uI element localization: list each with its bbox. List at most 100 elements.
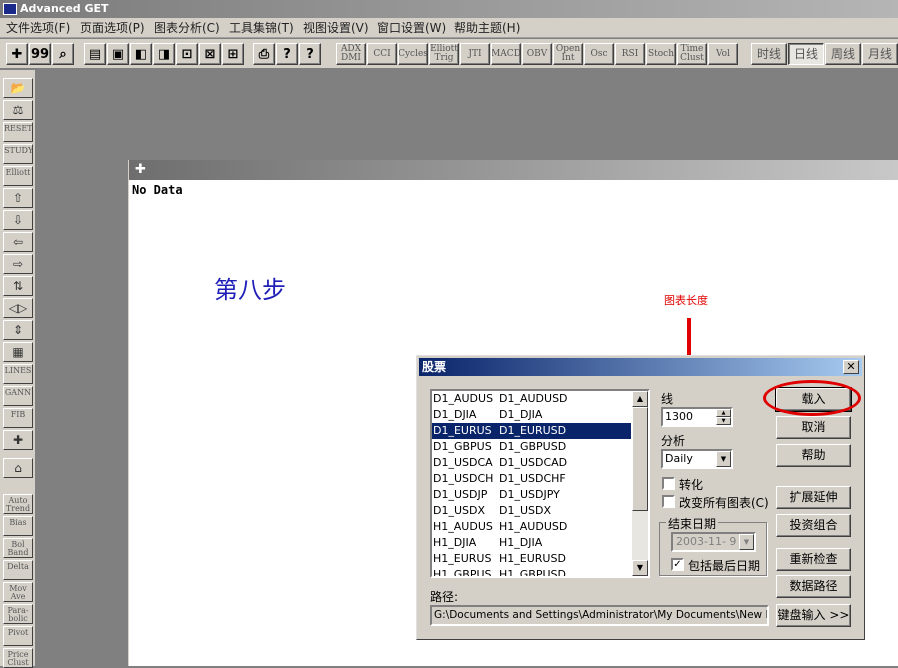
symbol-listbox[interactable]: D1_AUDUS D1_AUDUSD D1_DJIA D1_DJIA D1_EURU… [430, 389, 650, 578]
list-item[interactable]: D1_USDX D1_USDX [432, 503, 631, 519]
recheck-button[interactable]: 重新检查 [776, 548, 851, 571]
analysis-select[interactable]: Daily ▼ [661, 449, 733, 469]
include-last-date-checkbox[interactable]: ✓ [671, 558, 684, 571]
indicator-open-int-button[interactable]: Open Int [553, 43, 583, 65]
menu-view[interactable]: 视图设置(V) [303, 20, 369, 36]
list-item[interactable]: H1_AUDUS H1_AUDUSD [432, 519, 631, 535]
quote-tool-icon[interactable]: 99 [29, 43, 51, 65]
keyboard-input-button[interactable]: 键盘输入 >> [776, 604, 851, 627]
grid-icon[interactable]: ⊞ [222, 43, 244, 65]
extend-button[interactable]: 扩展延伸 [776, 486, 851, 509]
menu-chart-analysis[interactable]: 图表分析(C) [154, 20, 220, 36]
period-weekly-button[interactable]: 周线 [825, 43, 861, 65]
indicator-vol-button[interactable]: Vol [708, 43, 738, 65]
list-item[interactable]: H1_DJIA H1_DJIA [432, 535, 631, 551]
list-item[interactable]: D1_USDJP D1_USDJPY [432, 487, 631, 503]
menu-help[interactable]: 帮助主题(H) [454, 20, 520, 36]
convert-checkbox[interactable] [662, 477, 675, 490]
scroll-up-icon[interactable]: ▲ [632, 391, 648, 407]
reset-button[interactable]: RESET [3, 122, 33, 142]
mov-ave-button[interactable]: Mov Ave [3, 582, 33, 602]
chevron-down-icon[interactable]: ▼ [716, 451, 731, 467]
open-left-icon[interactable]: ◧ [130, 43, 152, 65]
indicator-adx-dmi-button[interactable]: ADX DMI [336, 43, 366, 65]
open-right-icon[interactable]: ◨ [153, 43, 175, 65]
vertical-scale-icon[interactable]: ⇅ [3, 276, 33, 296]
indicator-elliott-trig-button[interactable]: Elliott Trig [429, 43, 459, 65]
close-chart-icon[interactable]: ⊠ [199, 43, 221, 65]
fib-button[interactable]: FIB [3, 408, 33, 428]
crosshair-icon[interactable]: ✚ [3, 430, 33, 450]
list-scrollbar[interactable]: ▲ ▼ [632, 391, 648, 576]
path-field[interactable]: G:\Documents and Settings\Administrator\… [430, 605, 769, 626]
new-page-icon[interactable]: ▤ [84, 43, 106, 65]
change-all-charts-checkbox[interactable] [662, 495, 675, 508]
help-button[interactable]: 帮助 [776, 444, 851, 467]
close-icon[interactable]: ✕ [843, 360, 859, 374]
data-path-button[interactable]: 数据路径 [776, 575, 851, 598]
indicator-jti-button[interactable]: JTI [460, 43, 490, 65]
menu-tools[interactable]: 工具集锦(T) [229, 20, 294, 36]
list-item[interactable]: D1_DJIA D1_DJIA [432, 407, 631, 423]
gann-button[interactable]: GANN [3, 386, 33, 406]
arrow-up-icon[interactable]: ⇧ [3, 188, 33, 208]
period-hourly-button[interactable]: 时线 [751, 43, 787, 65]
indicator-cycles-button[interactable]: Cycles [398, 43, 428, 65]
horizontal-zoom-icon[interactable]: ◁▷ [3, 298, 33, 318]
indicator-rsi-button[interactable]: RSI [615, 43, 645, 65]
arrow-right-icon[interactable]: ⇨ [3, 254, 33, 274]
lines-stepper[interactable]: 1300 ▲ ▼ [661, 407, 733, 427]
period-monthly-button[interactable]: 月线 [862, 43, 898, 65]
chart-page-icon[interactable]: ⊡ [176, 43, 198, 65]
list-item[interactable]: D1_GBPUS D1_GBPUSD [432, 439, 631, 455]
context-help-icon[interactable]: ? [299, 43, 321, 65]
lines-button[interactable]: LINES [3, 364, 33, 384]
chart-window-titlebar[interactable]: ✚ [129, 160, 898, 180]
list-item[interactable]: D1_AUDUS D1_AUDUSD [432, 391, 631, 407]
parabolic-button[interactable]: Para-bolic [3, 604, 33, 624]
help-icon[interactable]: ? [276, 43, 298, 65]
stepper-buttons[interactable]: ▲ ▼ [716, 409, 731, 425]
indicator-macd-button[interactable]: MACD [491, 43, 521, 65]
indicator-cci-button[interactable]: CCI [367, 43, 397, 65]
chevron-up-icon[interactable]: ▲ [716, 409, 731, 417]
elliott-button[interactable]: Elliott [3, 166, 33, 186]
open-folder-icon[interactable]: 📂 [3, 78, 33, 98]
scroll-thumb[interactable] [632, 407, 648, 511]
end-date-picker[interactable]: 2003-11- 9 ▼ [671, 532, 756, 552]
period-daily-button[interactable]: 日线 [788, 43, 824, 65]
menu-file[interactable]: 文件选项(F) [6, 20, 70, 36]
arrow-down-icon[interactable]: ⇩ [3, 210, 33, 230]
menu-window[interactable]: 窗口设置(W) [377, 20, 446, 36]
portfolio-button[interactable]: 投资组合 [776, 514, 851, 537]
zoom-icon[interactable]: ⌕ [52, 43, 74, 65]
arrow-left-icon[interactable]: ⇦ [3, 232, 33, 252]
price-clust-button[interactable]: Price Clust [3, 648, 33, 668]
print-icon[interactable]: ⎙ [253, 43, 275, 65]
list-item[interactable]: D1_USDCA D1_USDCAD [432, 455, 631, 471]
indicator-stoch-button[interactable]: Stoch [646, 43, 676, 65]
study-button[interactable]: STUDY [3, 144, 33, 164]
vertical-zoom-icon[interactable]: ⇕ [3, 320, 33, 340]
list-item[interactable]: H1_EURUS H1_EURUSD [432, 551, 631, 567]
pivot-button[interactable]: Pivot [3, 626, 33, 646]
balance-icon[interactable]: ⚖ [3, 100, 33, 120]
template-icon[interactable]: ⌂ [3, 458, 33, 478]
indicator-obv-button[interactable]: OBV [522, 43, 552, 65]
bias-button[interactable]: Bias [3, 516, 33, 536]
scroll-down-icon[interactable]: ▼ [632, 560, 648, 576]
cancel-button[interactable]: 取消 [776, 416, 851, 439]
cursor-tool-icon[interactable]: ✚ [6, 43, 28, 65]
list-item[interactable]: D1_USDCH D1_USDCHF [432, 471, 631, 487]
list-item[interactable]: H1_GBPUS H1_GBPUSD [432, 567, 631, 576]
grid-toggle-icon[interactable]: ▦ [3, 342, 33, 362]
chevron-down-icon[interactable]: ▼ [739, 534, 754, 550]
chevron-down-icon[interactable]: ▼ [716, 417, 731, 425]
list-item-selected[interactable]: D1_EURUS D1_EURUSD [432, 422, 632, 440]
indicator-time-clust-button[interactable]: Time Clust [677, 43, 707, 65]
menu-page[interactable]: 页面选项(P) [80, 20, 145, 36]
auto-trend-button[interactable]: Auto Trend [3, 494, 33, 514]
indicator-osc-button[interactable]: Osc [584, 43, 614, 65]
save-icon[interactable]: ▣ [107, 43, 129, 65]
delta-button[interactable]: Delta [3, 560, 33, 580]
